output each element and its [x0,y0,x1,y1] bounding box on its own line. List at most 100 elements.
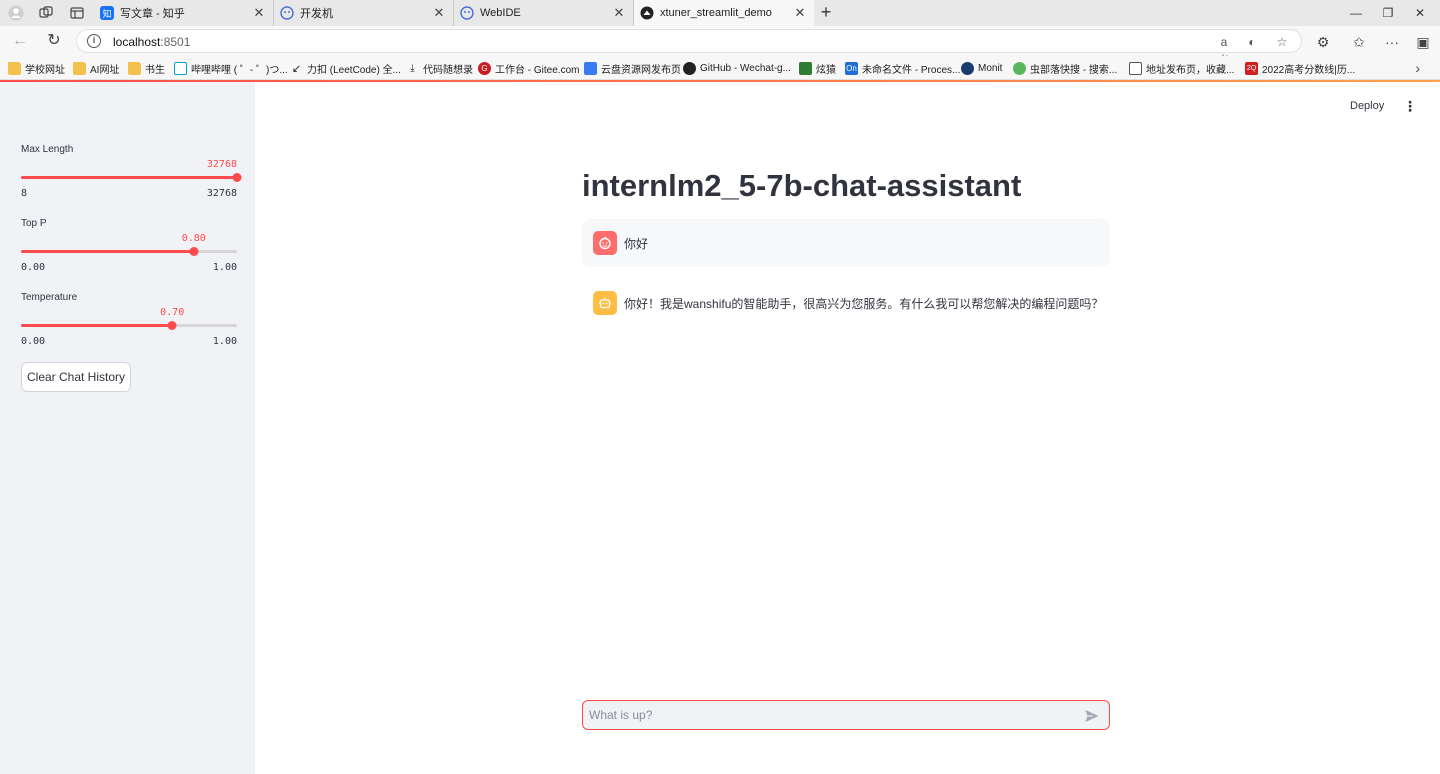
bookmark-bilibili[interactable]: 哔哩哔哩 ( ゜- ゜)つ... [174,60,288,76]
xuanyuan-icon [799,61,812,75]
reload-button[interactable]: ↻ [44,31,64,51]
processon-icon: On [845,61,858,75]
chongbuluo-icon [1013,61,1026,75]
folder-icon [73,61,86,75]
bookmark-gaokao[interactable]: 2Q 2022高考分数线|历... [1245,60,1355,76]
leetcode-icon: ↙ [291,62,302,75]
slider-thumb[interactable] [189,247,199,256]
page-title: internlm2_5-7b-chat-assistant [582,168,1022,203]
more-icon[interactable]: ··· [1382,32,1402,52]
read-aloud-icon[interactable]: aあ [1215,33,1233,67]
close-icon[interactable]: ✕ [792,5,808,21]
site-info-icon[interactable]: i [87,34,101,48]
streamlit-icon [640,6,654,20]
deploy-button[interactable]: Deploy [1350,100,1384,112]
slider-value: 0.80 [181,233,206,244]
doc-icon [584,61,597,75]
folder-icon [8,61,21,75]
slider-fill [21,250,194,253]
sidebar-toggle-icon[interactable]: ▣ [1413,32,1433,52]
chat-message-user: 你好 [582,219,1110,267]
url-text: localhost:8501 [113,35,191,49]
slider-min: 8 [21,188,28,199]
bot-avatar-icon [593,291,617,315]
slider-thumb[interactable] [232,173,242,182]
bookmark-gitee[interactable]: G 工作台 - Gitee.com [478,60,579,76]
internlm-icon [460,6,474,20]
sidebar: Max Length 32768 8 32768 Top P 0.80 0.00… [0,82,255,774]
slider-label: Top P [21,218,47,229]
kebab-menu-icon[interactable]: ⋮ [1403,98,1417,114]
bookmarks-bar: 学校网址 AI网址 书生 哔哩哔哩 ( ゜- ゜)つ... ↙ 力扣 (LeetC… [0,56,1440,80]
profile-icon[interactable] [7,4,25,22]
close-icon[interactable]: ✕ [251,5,267,21]
bookmark-monit[interactable]: Monit [961,60,1002,76]
bookmark-leetcode[interactable]: ↙ 力扣 (LeetCode) 全... [290,60,401,76]
bookmark-github[interactable]: GitHub - Wechat-g... [683,60,791,76]
slider-fill [21,176,237,179]
back-button[interactable]: ← [10,31,30,51]
slider-min: 0.00 [21,262,46,273]
slider-track[interactable] [21,321,237,330]
slider-track[interactable] [21,173,242,182]
minimize-icon[interactable]: — [1346,3,1366,23]
tab-zhihu[interactable]: 知 写文章 - 知乎 ✕ [94,0,274,26]
window-close-icon[interactable]: ✕ [1410,3,1430,23]
slider-track[interactable] [21,247,237,256]
tab-dev-machine[interactable]: 开发机 ✕ [274,0,454,26]
close-icon[interactable]: ✕ [431,5,447,21]
slider-max: 1.00 [212,262,237,273]
slider-max: 1.00 [212,336,237,347]
browser-toolbar: ← ↻ i localhost:8501 aあ ◐ ☆ ⚙ ✩ ··· ▣ [0,26,1440,67]
workspaces-icon[interactable] [37,4,55,22]
message-text: 你好！我是wanshifu的智能助手，很高兴为您服务。有什么我可以帮您解决的编程… [624,296,1104,311]
bookmark-folder[interactable]: AI网址 [73,60,119,76]
chat-message-assistant: 你好！我是wanshifu的智能助手，很高兴为您服务。有什么我可以帮您解决的编程… [582,279,1110,327]
page-icon [1129,61,1142,75]
slider-label: Max Length [21,144,74,155]
restore-icon[interactable]: ❐ [1378,3,1398,23]
monit-icon [961,61,974,75]
slider-thumb[interactable] [167,321,177,330]
top-p-slider: Top P 0.80 0.00 1.00 [21,218,237,278]
bookmark-chongbuluo[interactable]: 虫部落快搜 - 搜索... [1013,60,1117,76]
favorites-icon[interactable]: ✩ [1349,32,1369,52]
tab-title: 开发机 [300,8,333,20]
message-text: 你好 [624,236,649,251]
bookmark-folder[interactable]: 书生 [128,60,165,76]
browser-essentials-icon[interactable]: ◐ [1243,33,1261,51]
close-icon[interactable]: ✕ [611,5,627,21]
bookmark-xuanyuan[interactable]: 炫猿 [799,60,836,76]
chat-input-box [582,700,1110,730]
slider-max: 32768 [206,188,237,199]
tab-actions-icon[interactable] [68,4,86,22]
favorite-star-icon[interactable]: ☆ [1273,33,1291,51]
tab-webide[interactable]: WebIDE ✕ [454,0,634,26]
bookmark-folder[interactable]: 学校网址 [8,60,65,76]
slider-fill [21,324,173,327]
address-bar[interactable]: i localhost:8501 aあ ◐ ☆ [76,29,1302,67]
gitee-icon: G [478,61,491,75]
slider-label: Temperature [21,292,78,303]
github-icon [683,61,696,75]
main-content: Deploy ⋮ internlm2_5-7b-chat-assistant 你… [255,82,1440,774]
bookmark-address[interactable]: 地址发布页，收藏... [1129,60,1234,76]
tab-title: xtuner_streamlit_demo [660,7,772,19]
bilibili-icon [174,61,187,75]
temperature-slider: Temperature 0.70 0.00 1.00 [21,292,237,352]
extensions-icon[interactable]: ⚙ [1313,32,1333,52]
clear-chat-history-button[interactable]: Clear Chat History [21,362,131,392]
user-avatar-icon [593,231,617,255]
tab-streamlit-demo[interactable]: xtuner_streamlit_demo ✕ [634,0,814,26]
bookmark-code[interactable]: ⤓ 代码随想录 [406,60,473,76]
bookmark-processon[interactable]: On 未命名文件 - Proces... [845,60,960,76]
code-icon: ⤓ [410,62,415,74]
chevron-right-icon[interactable]: › [1415,60,1420,76]
zhihu-icon: 知 [100,6,114,20]
slider-min: 0.00 [21,336,46,347]
slider-value: 0.70 [160,307,185,318]
new-tab-button[interactable]: + [816,3,836,23]
chat-input[interactable] [589,705,1069,725]
bookmark-cloud[interactable]: 云盘资源网发布页 [584,60,681,76]
send-icon[interactable] [1083,707,1101,725]
